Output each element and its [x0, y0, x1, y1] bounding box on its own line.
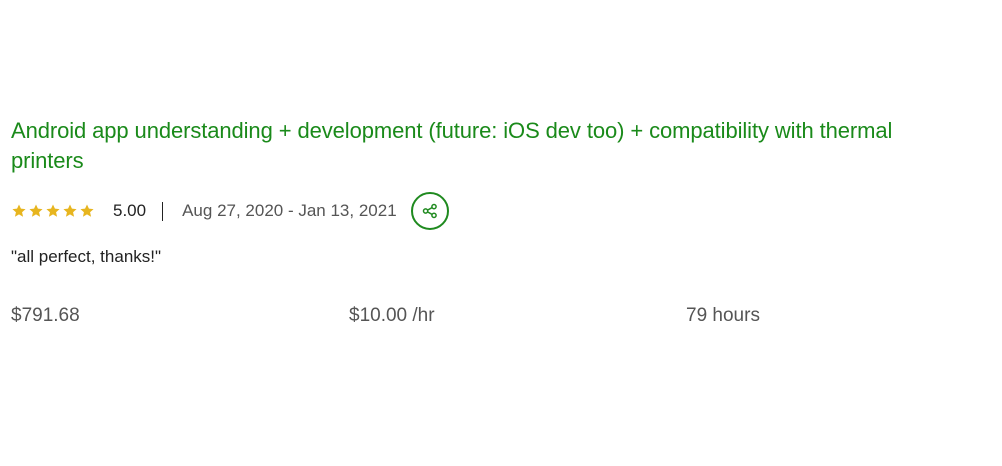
client-feedback: "all perfect, thanks!" [11, 247, 162, 266]
star-icon [63, 204, 77, 217]
total-earned: $791.68 [11, 305, 80, 326]
share-icon [422, 203, 437, 219]
meta-divider [162, 201, 164, 221]
rating-stars [11, 203, 95, 219]
work-history-item: Android app understanding + development … [11, 116, 971, 329]
rating-value: 5.00 [113, 201, 147, 220]
hourly-rate: $10.00 /hr [349, 305, 435, 326]
job-date-range: Aug 27, 2020 - Jan 13, 2021 [182, 201, 397, 220]
star-icon [12, 204, 26, 217]
job-meta-row: 5.00 Aug 27, 2020 - Jan 13, 2021 [11, 192, 971, 230]
job-title-link[interactable]: Android app understanding + development … [11, 116, 951, 176]
star-icon [80, 204, 94, 217]
star-icon [46, 204, 60, 217]
star-icon [29, 204, 43, 217]
job-stats-row: $791.68 $10.00 /hr 79 hours [11, 305, 971, 329]
hours-worked: 79 hours [686, 305, 760, 326]
share-button[interactable] [410, 192, 449, 230]
